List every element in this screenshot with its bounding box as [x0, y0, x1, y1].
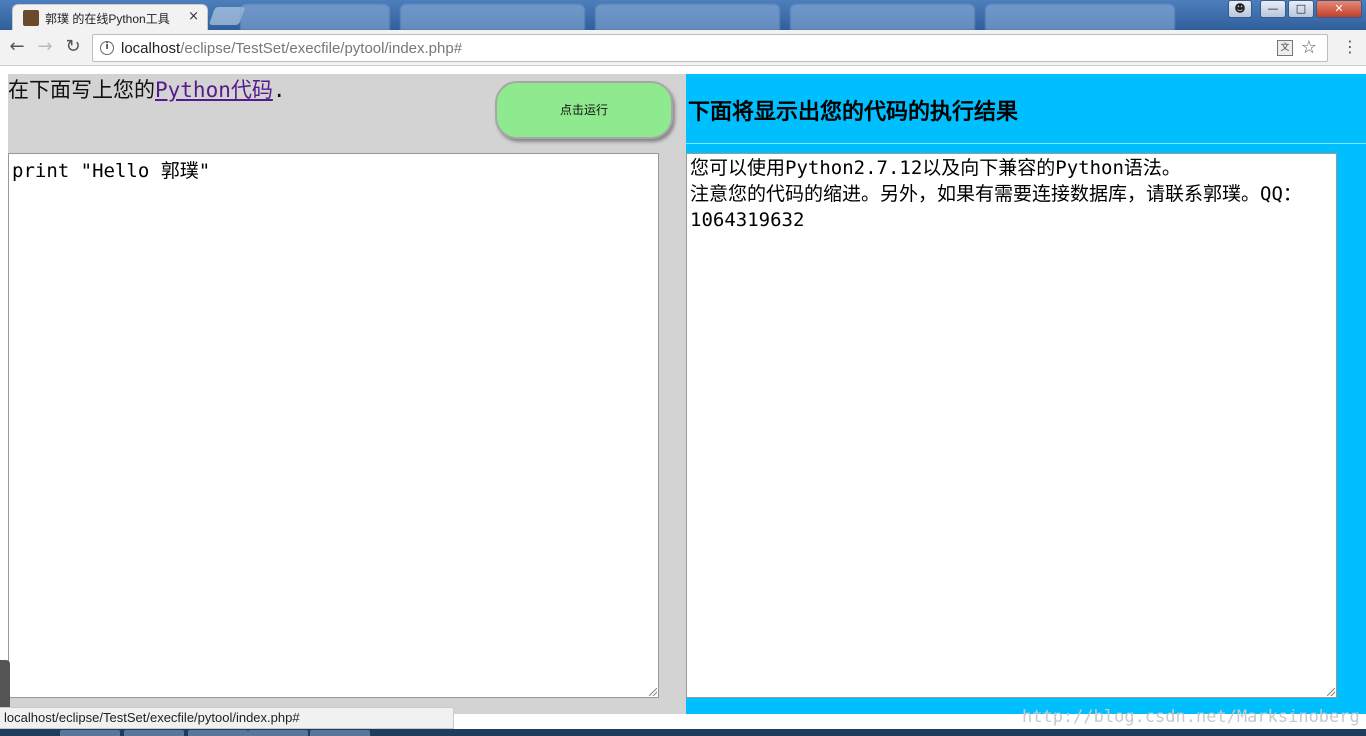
code-prompt: 在下面写上您的Python代码. [8, 78, 286, 102]
code-text: print "Hello 郭璞" [12, 160, 211, 182]
taskbar-item[interactable] [310, 730, 370, 736]
resize-handle-icon[interactable] [1327, 688, 1335, 696]
bookmark-star-icon[interactable]: ☆ [1301, 37, 1317, 58]
code-panel: 在下面写上您的Python代码. 点击运行 print "Hello 郭璞" [8, 74, 686, 714]
taskbar-item[interactable] [124, 730, 184, 736]
close-window-button[interactable]: ✕ [1316, 0, 1362, 18]
user-icon[interactable]: ☻ [1228, 0, 1252, 18]
taskbar-item[interactable] [248, 730, 308, 736]
info-icon[interactable]: i [100, 41, 114, 55]
background-tab[interactable] [985, 4, 1175, 30]
menu-icon[interactable]: ⋮ [1342, 38, 1358, 56]
status-bar-url: localhost/eclipse/TestSet/execfile/pytoo… [0, 707, 454, 729]
output-box[interactable]: 您可以使用Python2.7.12以及向下兼容的Python语法。 注意您的代码… [686, 153, 1337, 698]
page-content: 在下面写上您的Python代码. 点击运行 print "Hello 郭璞" 下… [0, 67, 1366, 736]
tab-strip: 郭璞 的在线Python工具 × ☻ — □ ✕ [0, 0, 1366, 30]
background-tab[interactable] [595, 4, 780, 30]
divider [686, 143, 1366, 144]
output-heading: 下面将显示出您的代码的执行结果 [688, 99, 1019, 125]
translate-icon[interactable]: 文 [1277, 40, 1293, 56]
browser-toolbar: ← → ↻ i localhost/eclipse/TestSet/execfi… [0, 30, 1366, 66]
tab-favicon-icon [23, 10, 39, 26]
resize-handle-icon[interactable] [649, 688, 657, 696]
background-tab[interactable] [790, 4, 975, 30]
taskbar-item[interactable] [188, 730, 248, 736]
minimize-button[interactable]: — [1260, 0, 1286, 18]
url-text[interactable]: localhost/eclipse/TestSet/execfile/pytoo… [121, 40, 462, 57]
taskbar-item[interactable] [60, 730, 120, 736]
active-tab[interactable]: 郭璞 的在线Python工具 × [12, 4, 208, 30]
background-tab[interactable] [240, 4, 390, 30]
back-arrow-icon[interactable]: ← [6, 36, 28, 58]
output-line: 您可以使用Python2.7.12以及向下兼容的Python语法。 [690, 157, 1181, 179]
reload-icon[interactable]: ↻ [62, 36, 84, 58]
forward-arrow-icon[interactable]: → [34, 36, 56, 58]
address-bar[interactable]: i localhost/eclipse/TestSet/execfile/pyt… [92, 34, 1328, 62]
output-line: 注意您的代码的缩进。另外，如果有需要连接数据库，请联系郭璞。QQ：1064319… [690, 183, 1302, 231]
code-editor[interactable]: print "Hello 郭璞" [8, 153, 659, 698]
output-panel: 下面将显示出您的代码的执行结果 您可以使用Python2.7.12以及向下兼容的… [686, 74, 1366, 714]
python-code-link[interactable]: Python代码 [155, 78, 273, 102]
watermark: http://blog.csdn.net/Marksinoberg [1022, 707, 1360, 727]
tab-close-icon[interactable]: × [188, 9, 199, 24]
maximize-button[interactable]: □ [1288, 0, 1314, 18]
run-button[interactable]: 点击运行 [495, 81, 673, 139]
background-tab[interactable] [400, 4, 585, 30]
tab-title: 郭璞 的在线Python工具 [45, 12, 170, 26]
taskbar [0, 729, 1366, 736]
